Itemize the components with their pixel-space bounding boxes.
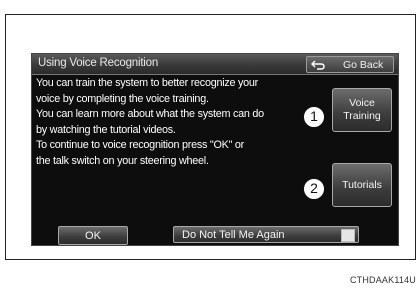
- callout-2: 2: [303, 178, 325, 200]
- return-arrow-icon: [307, 57, 329, 72]
- instruction-line: You can train the system to better recog…: [36, 77, 259, 89]
- do-not-tell-label: Do Not Tell Me Again: [182, 228, 285, 241]
- voice-training-label-line1: Voice: [349, 97, 375, 109]
- instruction-line: To continue to voice recognition press "…: [36, 139, 245, 152]
- ok-button[interactable]: OK: [58, 226, 128, 245]
- instruction-text: You can train the system to better recog…: [36, 76, 306, 170]
- figure-caption: CTHDAAK114U: [349, 275, 416, 285]
- voice-training-label-line2: Training: [343, 110, 381, 122]
- voice-training-button[interactable]: Voice Training: [332, 88, 392, 132]
- do-not-tell-me-again-button[interactable]: Do Not Tell Me Again: [173, 226, 359, 243]
- go-back-label: Go Back: [343, 58, 384, 71]
- go-back-button[interactable]: Go Back: [306, 56, 394, 73]
- instruction-line: You can learn more about what the system…: [36, 108, 264, 121]
- do-not-tell-checkbox[interactable]: [341, 229, 355, 242]
- voice-recognition-screen: Using Voice Recognition Go Back You can …: [31, 53, 399, 246]
- tutorials-label: Tutorials: [342, 178, 382, 191]
- callout-1: 1: [303, 106, 325, 128]
- instruction-line: by watching the tutorial videos.: [36, 123, 176, 136]
- ok-label: OK: [85, 229, 101, 242]
- title-bar: Using Voice Recognition Go Back: [32, 54, 398, 75]
- instruction-line: voice by completing the voice training.: [36, 92, 209, 105]
- screen-title: Using Voice Recognition: [38, 57, 159, 69]
- instruction-line: the talk switch on your steering wheel.: [36, 154, 209, 167]
- tutorials-button[interactable]: Tutorials: [332, 163, 392, 207]
